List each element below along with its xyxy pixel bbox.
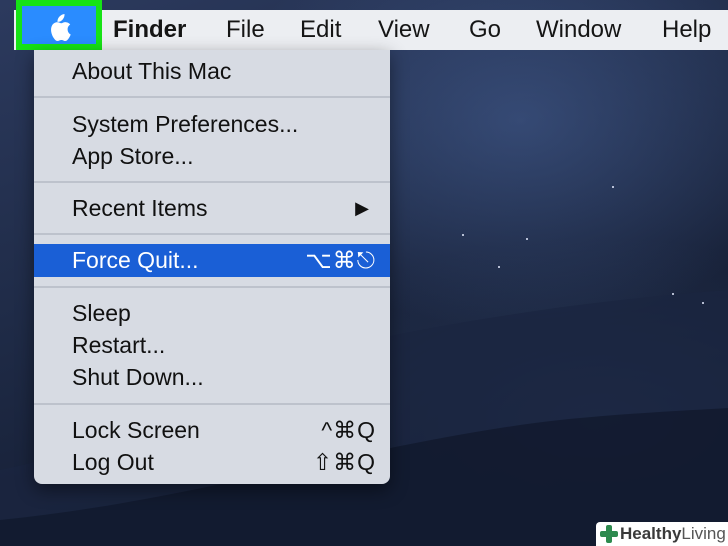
menu-separator: [34, 181, 390, 183]
star: [462, 234, 464, 236]
shortcut-label: ⌥⌘⎋: [305, 247, 376, 273]
star: [612, 186, 614, 188]
menu-item-sleep[interactable]: Sleep: [34, 297, 390, 329]
watermark-text: HealthyLiving: [620, 524, 726, 544]
menu-item-label: Log Out: [72, 449, 154, 475]
menubar-view[interactable]: View: [378, 10, 430, 50]
menu-item-lock-screen[interactable]: Lock Screen ^⌘Q: [34, 414, 390, 446]
menu-separator: [34, 96, 390, 98]
triangle-right-icon: ▶: [355, 198, 370, 218]
menubar-window[interactable]: Window: [536, 10, 621, 50]
menubar-finder[interactable]: Finder: [113, 10, 186, 50]
menu-bar: Finder File Edit View Go Window Help: [14, 10, 728, 50]
star: [702, 302, 704, 304]
shortcut-label: ^⌘Q: [321, 417, 376, 443]
menu-item-system-preferences[interactable]: System Preferences...: [34, 108, 390, 140]
star: [672, 293, 674, 295]
menubar-help[interactable]: Help: [662, 10, 711, 50]
star: [498, 266, 500, 268]
apple-logo-icon: [51, 14, 71, 42]
watermark-text-part1: Healthy: [620, 524, 682, 543]
apple-dropdown-menu: About This Mac System Preferences... App…: [34, 50, 390, 484]
menu-item-restart[interactable]: Restart...: [34, 329, 390, 361]
shortcut-label: ⇧⌘Q: [312, 449, 376, 475]
menu-item-label: Recent Items: [72, 195, 208, 221]
menu-item-force-quit[interactable]: Force Quit... ⌥⌘⎋: [34, 244, 390, 277]
apple-menu-button[interactable]: [16, 0, 102, 50]
watermark-text-part2: Living: [681, 524, 726, 543]
menubar-go[interactable]: Go: [469, 10, 501, 50]
watermark: HealthyLiving: [596, 522, 728, 546]
star: [526, 238, 528, 240]
menu-item-recent-items[interactable]: Recent Items ▶: [34, 192, 390, 224]
menu-item-shut-down[interactable]: Shut Down...: [34, 361, 390, 393]
menubar-file[interactable]: File: [226, 10, 265, 50]
menu-separator: [34, 403, 390, 405]
menubar-edit[interactable]: Edit: [300, 10, 341, 50]
menu-separator: [34, 286, 390, 288]
menu-item-label: Force Quit...: [72, 247, 199, 273]
plus-icon: [600, 525, 618, 543]
menu-item-app-store[interactable]: App Store...: [34, 140, 390, 172]
menu-item-label: Sleep: [72, 300, 131, 326]
menu-item-log-out[interactable]: Log Out ⇧⌘Q: [34, 446, 390, 478]
menu-item-label: App Store...: [72, 143, 194, 169]
menu-item-label: System Preferences...: [72, 111, 299, 137]
menu-item-label: Lock Screen: [72, 417, 200, 443]
menu-item-label: About This Mac: [72, 58, 232, 84]
menu-separator: [34, 233, 390, 235]
menu-item-label: Restart...: [72, 332, 166, 358]
menu-item-label: Shut Down...: [72, 364, 204, 390]
menu-item-about-this-mac[interactable]: About This Mac: [34, 55, 390, 87]
